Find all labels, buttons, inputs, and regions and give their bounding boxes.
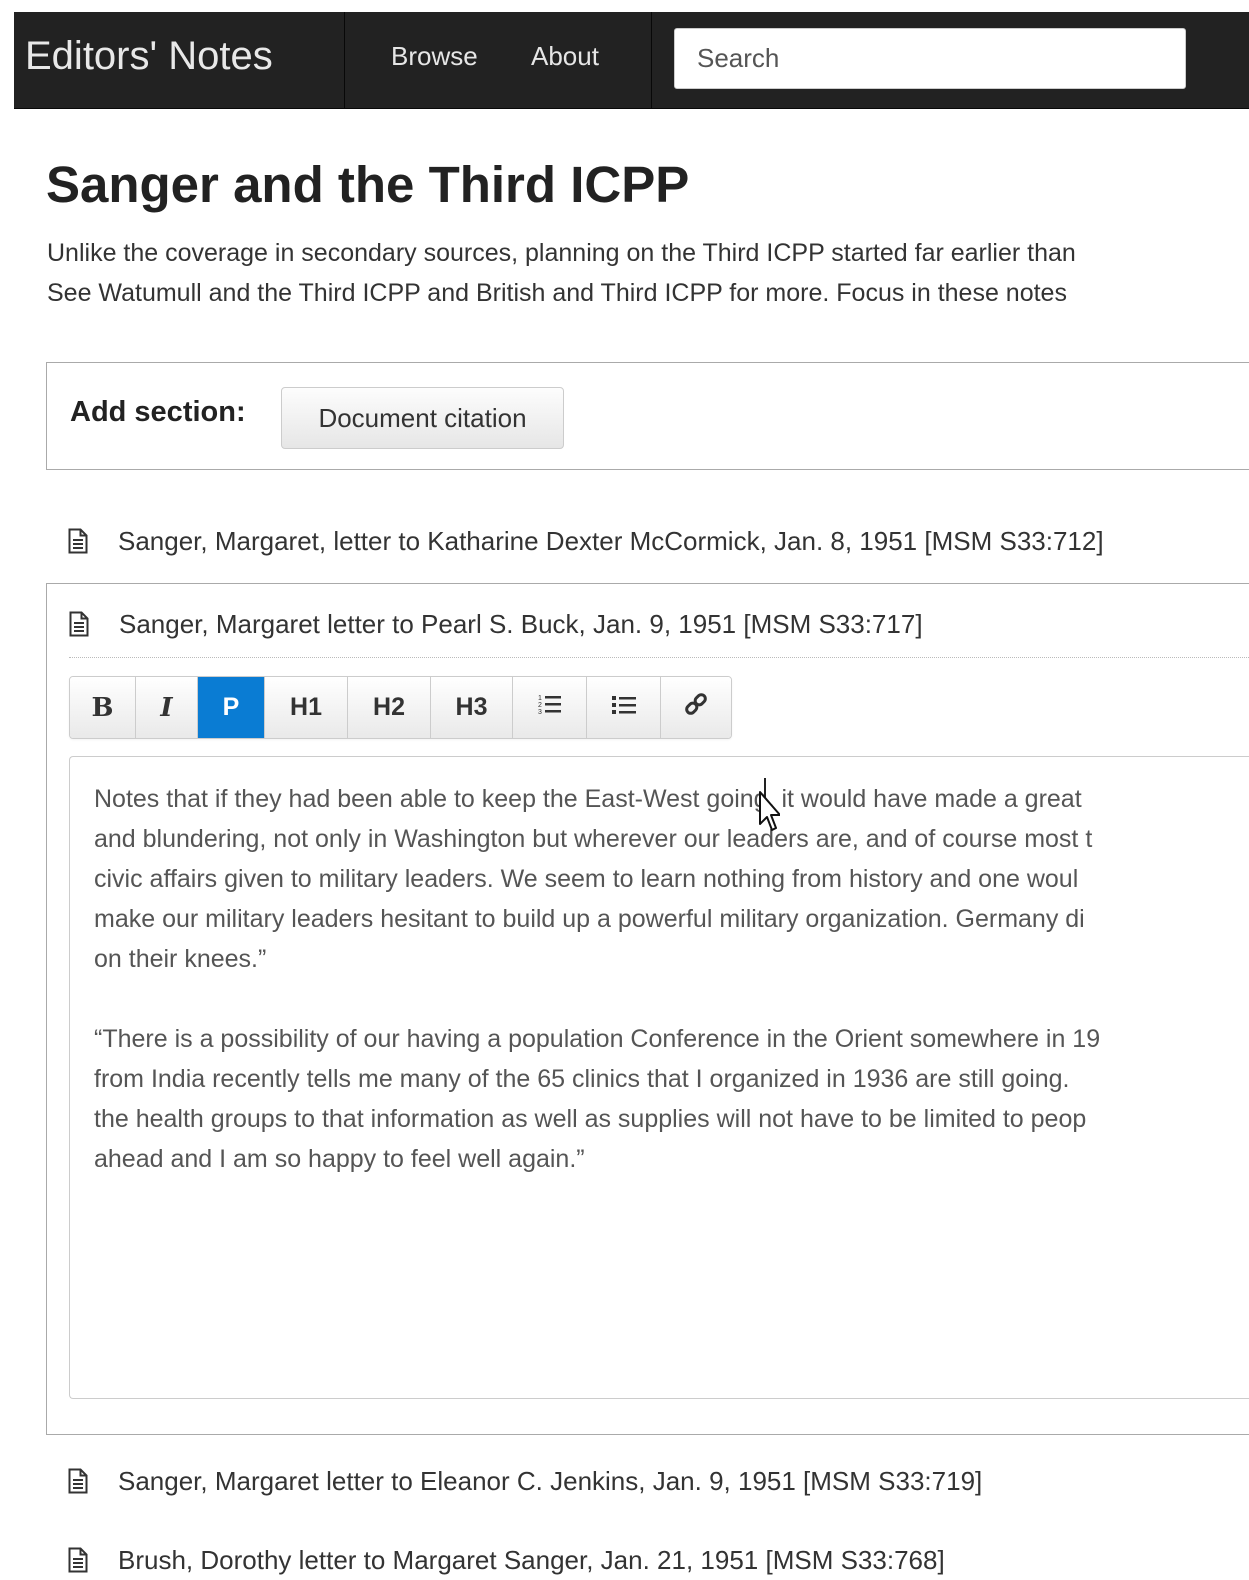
window-frame-top bbox=[0, 0, 1249, 12]
page-title: Sanger and the Third ICPP bbox=[46, 156, 690, 213]
editor-line: make our military leaders hesitant to bu… bbox=[94, 905, 1085, 933]
document-citation-text: Sanger, Margaret, letter to Katharine De… bbox=[118, 525, 1104, 556]
ordered-list-icon: 123 bbox=[538, 693, 562, 722]
document-citation-row[interactable]: Brush, Dorothy letter to Margaret Sanger… bbox=[68, 1540, 945, 1580]
document-citation-row[interactable]: Sanger, Margaret, letter to Katharine De… bbox=[68, 521, 1104, 561]
document-citation-text: Sanger, Margaret letter to Pearl S. Buck… bbox=[119, 608, 923, 639]
document-icon bbox=[68, 528, 88, 554]
search-input[interactable] bbox=[674, 28, 1186, 89]
editor-line: on their knees.” bbox=[94, 945, 267, 973]
document-icon bbox=[69, 611, 89, 637]
add-section-label: Add section: bbox=[70, 396, 246, 428]
link-button[interactable] bbox=[661, 677, 731, 738]
document-icon bbox=[68, 1547, 88, 1573]
editor-paragraph: “There is a possibility of our having a … bbox=[94, 1019, 1249, 1179]
document-citation-text: Brush, Dorothy letter to Margaret Sanger… bbox=[118, 1544, 945, 1575]
intro-line: Unlike the coverage in secondary sources… bbox=[47, 239, 1076, 267]
editing-section: Sanger, Margaret letter to Pearl S. Buck… bbox=[46, 583, 1249, 1435]
editor-line: ahead and I am so happy to feel well aga… bbox=[94, 1145, 585, 1173]
top-navbar: Editors' Notes Browse About bbox=[14, 12, 1249, 109]
svg-text:2: 2 bbox=[538, 702, 542, 709]
document-citation-text: Sanger, Margaret letter to Eleanor C. Je… bbox=[118, 1465, 983, 1496]
italic-button[interactable]: I bbox=[136, 677, 198, 738]
paragraph-button[interactable]: P bbox=[198, 677, 265, 738]
nav-about-link[interactable]: About bbox=[531, 12, 599, 109]
page-intro: Unlike the coverage in secondary sources… bbox=[47, 233, 1249, 313]
editor-line: the health groups to that information as… bbox=[94, 1105, 1087, 1133]
document-icon bbox=[68, 1468, 88, 1494]
note-text-editor[interactable]: Notes that if they had been able to keep… bbox=[69, 756, 1249, 1399]
document-citation-button[interactable]: Document citation bbox=[281, 387, 564, 449]
nav-browse-link[interactable]: Browse bbox=[391, 12, 478, 109]
heading2-button[interactable]: H2 bbox=[348, 677, 431, 738]
svg-text:3: 3 bbox=[538, 709, 542, 715]
add-section-panel: Add section: Document citation bbox=[46, 362, 1249, 470]
link-icon bbox=[684, 692, 708, 723]
document-citation-row[interactable]: Sanger, Margaret letter to Eleanor C. Je… bbox=[68, 1461, 982, 1501]
brand-link[interactable]: Editors' Notes bbox=[14, 12, 345, 109]
svg-text:1: 1 bbox=[538, 695, 542, 702]
intro-line: See Watumull and the Third ICPP and Brit… bbox=[47, 279, 1067, 307]
heading1-button[interactable]: H1 bbox=[265, 677, 348, 738]
editor-line: from India recently tells me many of the… bbox=[94, 1065, 1070, 1093]
bullet-list-button[interactable] bbox=[587, 677, 661, 738]
document-citation-row[interactable]: Sanger, Margaret letter to Pearl S. Buck… bbox=[69, 604, 923, 644]
editor-line: “There is a possibility of our having a … bbox=[94, 1025, 1101, 1053]
editor-line: and blundering, not only in Washington b… bbox=[94, 825, 1093, 853]
bold-button[interactable]: B bbox=[70, 677, 136, 738]
section-divider bbox=[69, 657, 1249, 658]
bullet-list-icon bbox=[611, 694, 636, 722]
window-frame-left bbox=[0, 12, 14, 1564]
editor-line: civic affairs given to military leaders.… bbox=[94, 865, 1079, 893]
ordered-list-button[interactable]: 123 bbox=[513, 677, 587, 738]
editor-toolbar: B I P H1 H2 H3 123 bbox=[69, 676, 732, 739]
editor-paragraph: Notes that if they had been able to keep… bbox=[94, 779, 1249, 979]
editor-line: Notes that if they had been able to keep… bbox=[94, 785, 1082, 813]
nav-divider bbox=[651, 12, 652, 109]
heading3-button[interactable]: H3 bbox=[431, 677, 513, 738]
